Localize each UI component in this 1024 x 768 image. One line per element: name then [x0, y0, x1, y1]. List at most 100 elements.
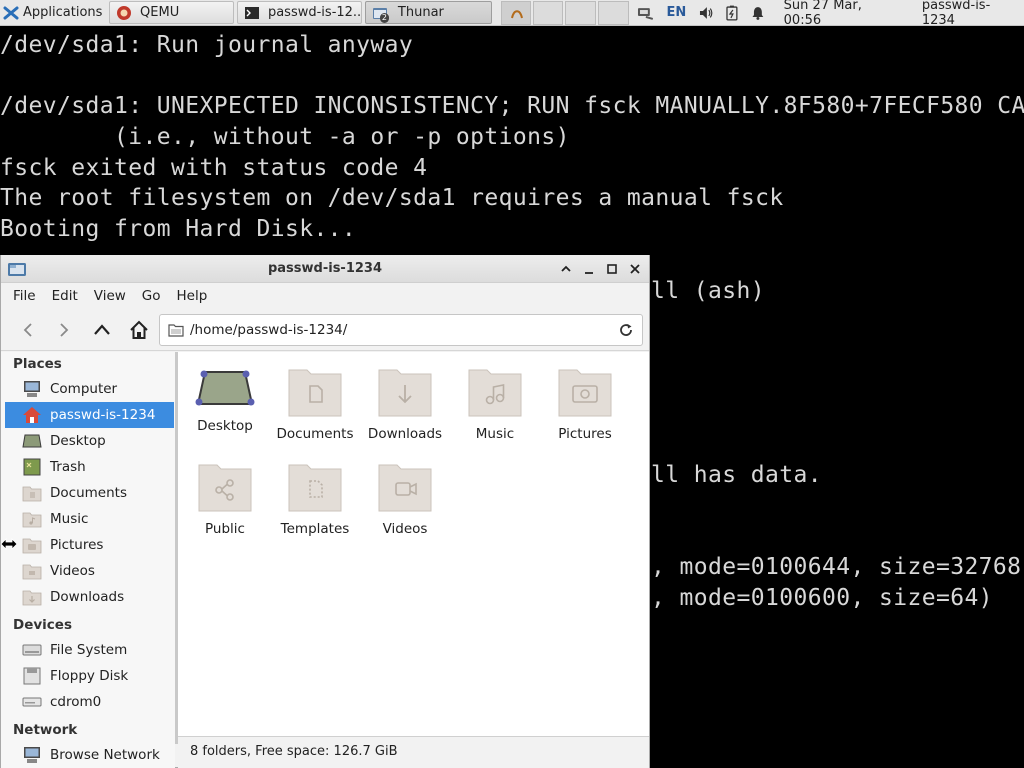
- sidebar-item-pictures[interactable]: Pictures: [5, 532, 174, 558]
- workspace-2[interactable]: [532, 0, 564, 25]
- sidebar-item-label: Desktop: [50, 433, 106, 449]
- sidebar-item-home[interactable]: passwd-is-1234: [5, 402, 174, 428]
- workspace-window-icon: [510, 9, 523, 18]
- sidebar-item-label: Floppy Disk: [50, 668, 129, 684]
- task-label: Thunar: [397, 5, 444, 20]
- file-manager-window: passwd-is-1234 File Edit View Go Help /h…: [0, 255, 650, 768]
- menu-file[interactable]: File: [13, 288, 36, 304]
- downloads-folder-icon: [22, 590, 42, 606]
- templates-folder-icon: [288, 464, 342, 512]
- terminal-icon: [244, 6, 259, 19]
- system-tray: EN Sun 27 Mar, 00:56 passwd-is-1234: [631, 0, 1024, 28]
- chevron-up-icon: [94, 324, 110, 335]
- back-button[interactable]: [13, 315, 43, 345]
- sidebar-item-floppy[interactable]: Floppy Disk: [5, 663, 174, 689]
- file-item-label: Desktop: [197, 418, 253, 434]
- sidebar-header-network: Network: [13, 722, 78, 738]
- desktop-icon: [22, 434, 42, 448]
- volume-icon[interactable]: [698, 5, 714, 21]
- user-menu[interactable]: passwd-is-1234: [922, 0, 1022, 28]
- sidebar-header-places: Places: [13, 356, 62, 372]
- shade-button[interactable]: [557, 260, 575, 278]
- applications-menu-button[interactable]: Applications: [0, 1, 109, 25]
- menu-edit[interactable]: Edit: [52, 288, 78, 304]
- location-bar[interactable]: /home/passwd-is-1234/: [159, 314, 643, 346]
- sidebar-item-file-system[interactable]: File System: [5, 637, 174, 663]
- videos-folder-icon: [22, 564, 42, 580]
- reload-icon[interactable]: [618, 322, 634, 338]
- sidebar-item-videos[interactable]: Videos: [5, 558, 174, 584]
- public-folder-icon: [198, 464, 252, 512]
- sidebar-item-downloads[interactable]: Downloads: [5, 584, 174, 610]
- menu-help[interactable]: Help: [177, 288, 208, 304]
- top-panel: Applications QEMU passwd-is-12... 2 Thun…: [0, 0, 1024, 28]
- file-item-pictures[interactable]: Pictures: [540, 364, 630, 442]
- console-partial-line: , mode=0100644, size=32768): [651, 554, 1024, 580]
- file-item-desktop[interactable]: Desktop: [180, 364, 270, 434]
- sidebar-item-browse-network[interactable]: Browse Network: [5, 742, 174, 768]
- file-item-public[interactable]: Public: [180, 459, 270, 537]
- battery-icon[interactable]: [726, 5, 738, 21]
- file-item-downloads[interactable]: Downloads: [360, 364, 450, 442]
- sidebar-item-label: File System: [50, 642, 128, 658]
- task-button-qemu[interactable]: QEMU: [109, 1, 234, 24]
- drive-icon: [22, 644, 42, 656]
- qemu-icon: [117, 5, 132, 20]
- minimize-button[interactable]: [580, 260, 598, 278]
- console-partial-line: ll (ash): [651, 278, 765, 304]
- file-icon-view[interactable]: Desktop Documents Downloads Music Pictur…: [178, 352, 649, 736]
- keyboard-layout-indicator[interactable]: EN: [666, 5, 686, 20]
- parent-folder-button[interactable]: [87, 315, 117, 345]
- sidebar-item-cdrom[interactable]: cdrom0: [5, 689, 174, 715]
- home-icon: [130, 320, 148, 339]
- resize-cursor-icon: [0, 538, 18, 550]
- window-titlebar[interactable]: passwd-is-1234: [1, 255, 649, 283]
- close-button[interactable]: [626, 260, 644, 278]
- menu-go[interactable]: Go: [142, 288, 161, 304]
- file-item-documents[interactable]: Documents: [270, 364, 360, 442]
- sidebar-item-label: Music: [50, 511, 89, 527]
- console-line: /dev/sda1: Run journal anyway: [0, 32, 414, 58]
- home-button[interactable]: [124, 315, 154, 345]
- sidebar-item-label: Trash: [50, 459, 86, 475]
- status-bar: 8 folders, Free space: 126.7 GiB: [178, 736, 649, 768]
- notifications-bell-icon[interactable]: [750, 5, 766, 21]
- maximize-button[interactable]: [603, 260, 621, 278]
- forward-button[interactable]: [49, 315, 79, 345]
- workspace-4[interactable]: [597, 0, 629, 25]
- maximize-icon: [607, 264, 617, 274]
- workspace-3[interactable]: [565, 0, 596, 25]
- sidebar-item-label: Downloads: [50, 589, 125, 605]
- pictures-folder-icon: [558, 369, 612, 417]
- floppy-icon: [23, 667, 41, 685]
- task-button-terminal[interactable]: passwd-is-12...: [236, 1, 362, 24]
- task-button-thunar[interactable]: 2 Thunar: [364, 1, 492, 24]
- cdrom-icon: [22, 697, 42, 707]
- menu-bar: File Edit View Go Help: [1, 283, 649, 309]
- sidebar-item-desktop[interactable]: Desktop: [5, 428, 174, 454]
- xfce-logo-icon: [3, 6, 19, 19]
- location-path: /home/passwd-is-1234/: [190, 322, 348, 338]
- file-item-label: Pictures: [558, 426, 612, 442]
- sidebar-item-documents[interactable]: Documents: [5, 480, 174, 506]
- task-label: passwd-is-12...: [267, 5, 362, 20]
- chevron-right-icon: [60, 323, 69, 337]
- file-item-label: Templates: [280, 521, 350, 537]
- network-icon: [24, 747, 40, 763]
- menu-view[interactable]: View: [94, 288, 126, 304]
- sidebar-item-music[interactable]: Music: [5, 506, 174, 532]
- sidebar: Places Computer passwd-is-1234 Desktop T…: [1, 352, 175, 768]
- file-item-videos[interactable]: Videos: [360, 459, 450, 537]
- sidebar-item-computer[interactable]: Computer: [5, 376, 174, 402]
- minimize-icon: [585, 272, 593, 274]
- network-status-icon[interactable]: [637, 5, 655, 21]
- file-item-music[interactable]: Music: [450, 364, 540, 442]
- sidebar-item-trash[interactable]: Trash: [5, 454, 174, 480]
- home-icon: [23, 407, 41, 423]
- console-line: The root filesystem on /dev/sda1 require…: [0, 185, 784, 211]
- workspace-1[interactable]: [500, 0, 531, 25]
- sidebar-item-label: Pictures: [50, 537, 104, 553]
- file-item-templates[interactable]: Templates: [270, 459, 360, 537]
- clock[interactable]: Sun 27 Mar, 00:56: [784, 0, 902, 28]
- computer-icon: [24, 381, 40, 397]
